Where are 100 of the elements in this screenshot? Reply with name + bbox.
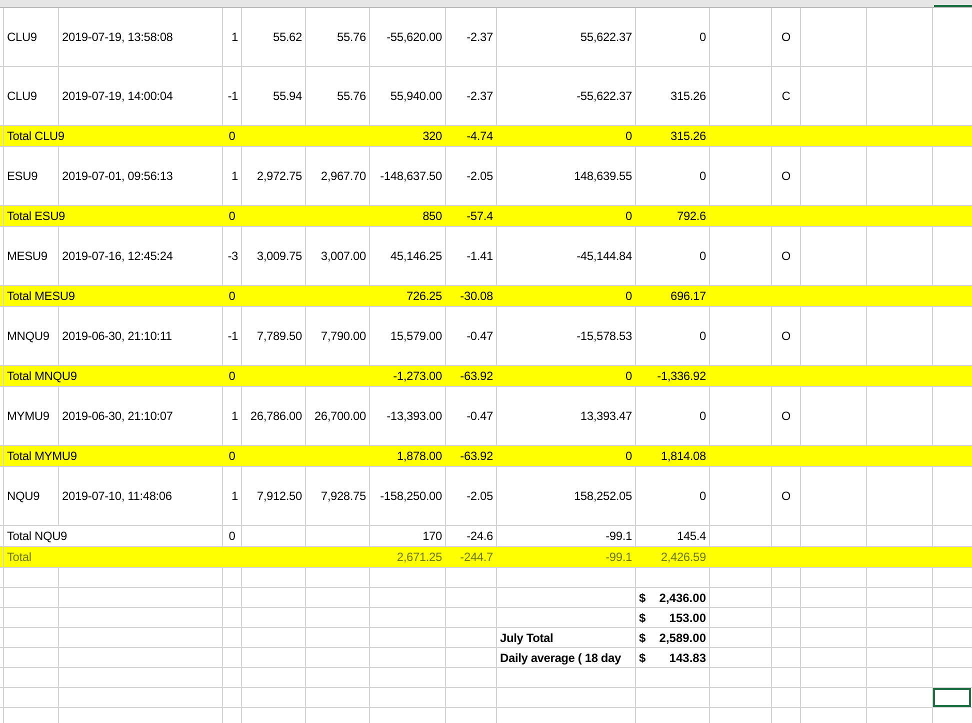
table-cell-text: MYMU9 (6, 408, 50, 425)
table-cell-text: 2,972.75 (256, 168, 303, 185)
table-cell-text: 2019-07-19, 13:58:08 (61, 29, 174, 46)
table-cell-text: MESU9 (6, 248, 48, 265)
table-cell-text: -148,637.50 (379, 168, 443, 185)
table-cell-text: 0 (624, 208, 633, 225)
table-cell-text: -63.92 (459, 448, 494, 465)
table-cell-text: 0 (624, 128, 633, 145)
currency-amount: 2,589.00 (659, 630, 706, 646)
table-cell-text: O (780, 168, 792, 185)
table-cell-text: 1 (230, 168, 239, 185)
table-cell-text: July Total (499, 630, 554, 646)
table-cell-text: Daily average ( 18 day (499, 650, 622, 666)
table-cell-text: 2,671.25 (396, 549, 443, 566)
table-cell-text: 1,814.08 (660, 448, 707, 465)
table-cell-text: 0 (228, 288, 236, 305)
table-cell-text: 0 (228, 368, 236, 385)
table-cell-text: MNQU9 (6, 328, 50, 345)
table-cell-text: -13,393.00 (386, 408, 443, 425)
table-cell-text: O (780, 248, 792, 265)
table-cell-text: 55.76 (336, 88, 367, 105)
table-cell-text: 7,928.75 (320, 488, 367, 505)
table-cell-text: -99.1 (604, 549, 633, 566)
table-cell-text: 26,700.00 (313, 408, 367, 425)
table-cell-text: 0 (228, 448, 236, 465)
currency-amount: 153.00 (669, 610, 706, 626)
table-cell-text: -57.4 (466, 208, 494, 225)
table-cell-text: O (780, 488, 792, 505)
table-cell-text: 0 (624, 288, 633, 305)
table-cell-text: 0 (698, 29, 707, 46)
table-cell-text: 26,786.00 (249, 408, 303, 425)
table-cell-text: -2.05 (466, 168, 494, 185)
table-cell-text: 7,789.50 (256, 328, 303, 345)
table-cell-text: NQU9 (6, 488, 41, 505)
table-cell-text: 3,007.00 (320, 248, 367, 265)
table-cell-text: 1,878.00 (396, 448, 443, 465)
table-cell-text: 45,146.25 (389, 248, 443, 265)
table-cell-text: 2019-07-10, 11:48:06 (61, 488, 173, 505)
table-cell-text: CLU9 (6, 29, 38, 46)
table-cell-text: 696.17 (669, 288, 707, 305)
table-cell-text: 0 (624, 448, 633, 465)
table-cell-text: -2.37 (466, 29, 494, 46)
table-cell-text: -24.6 (466, 528, 494, 545)
table-cell-text: 148,639.55 (572, 168, 633, 185)
currency-symbol: $ (639, 650, 646, 666)
table-cell-text: 0 (698, 488, 707, 505)
table-cell-text: 13,393.47 (579, 408, 633, 425)
table-cell-text: Total MNQU9 (6, 368, 78, 385)
table-cell-text: 7,912.50 (256, 488, 303, 505)
table-cell-text: 2019-07-16, 12:45:24 (61, 248, 174, 265)
currency-amount: 143.83 (669, 650, 706, 666)
table-cell-text: 1 (230, 29, 239, 46)
table-cell-text: -45,144.84 (576, 248, 633, 265)
table-cell-text: 0 (698, 248, 707, 265)
table-cell-text: 15,579.00 (389, 328, 443, 345)
table-cell-text: -55,620.00 (386, 29, 443, 46)
table-cell-text: 3,009.75 (256, 248, 303, 265)
table-cell-text: 315.26 (669, 88, 707, 105)
table-cell-text: 158,252.05 (572, 488, 633, 505)
table-cell-text: -244.7 (459, 549, 494, 566)
table-cell-text: 1 (230, 408, 239, 425)
table-cell-text: -1.41 (466, 248, 494, 265)
table-cell-text: -0.47 (466, 328, 494, 345)
table-cell-text: Total MESU9 (6, 288, 76, 305)
currency-symbol: $ (639, 590, 646, 606)
table-cell-text: 7,790.00 (320, 328, 367, 345)
table-cell-text: -158,250.00 (379, 488, 443, 505)
table-cell-text: 145.4 (676, 528, 707, 545)
table-cell-text: -1,336.92 (656, 368, 707, 385)
table-cell-text: 320 (422, 128, 443, 145)
table-cell-text: -2.05 (466, 488, 494, 505)
table-cell-text: 2,967.70 (320, 168, 367, 185)
table-cell-text: -15,578.53 (576, 328, 633, 345)
table-cell-text: -30.08 (459, 288, 494, 305)
currency-symbol: $ (639, 630, 646, 646)
currency-symbol: $ (639, 610, 646, 626)
table-cell-text: -2.37 (466, 88, 494, 105)
table-cell-text: 55.94 (272, 88, 303, 105)
table-cell-text: 2019-06-30, 21:10:11 (61, 328, 173, 345)
table-cell-text: 55,622.37 (579, 29, 633, 46)
table-cell-text: -99.1 (604, 528, 633, 545)
table-cell-text: CLU9 (6, 88, 38, 105)
table-cell-text: 792.6 (676, 208, 707, 225)
table-cell-text: -3 (226, 248, 239, 265)
table-cell-text: ESU9 (6, 168, 39, 185)
table-cell-text: 0 (228, 128, 236, 145)
selected-cell[interactable] (933, 688, 971, 707)
table-cell-text: 2,426.59 (660, 549, 707, 566)
table-cell-text: -1 (226, 328, 239, 345)
table-cell-text: 170 (422, 528, 443, 545)
table-cell-text: Total (6, 549, 32, 566)
table-cell-text: 0 (698, 328, 707, 345)
table-cell-text: 2019-07-19, 14:00:04 (61, 88, 174, 105)
table-cell-text: C (780, 88, 792, 105)
currency-amount: 2,436.00 (659, 590, 706, 606)
table-cell-text: Total MYMU9 (6, 448, 78, 465)
table-cell-text: 850 (422, 208, 443, 225)
table-cell-text: O (780, 328, 792, 345)
table-cell-text: -1 (226, 88, 239, 105)
table-cell-text: 0 (228, 208, 236, 225)
